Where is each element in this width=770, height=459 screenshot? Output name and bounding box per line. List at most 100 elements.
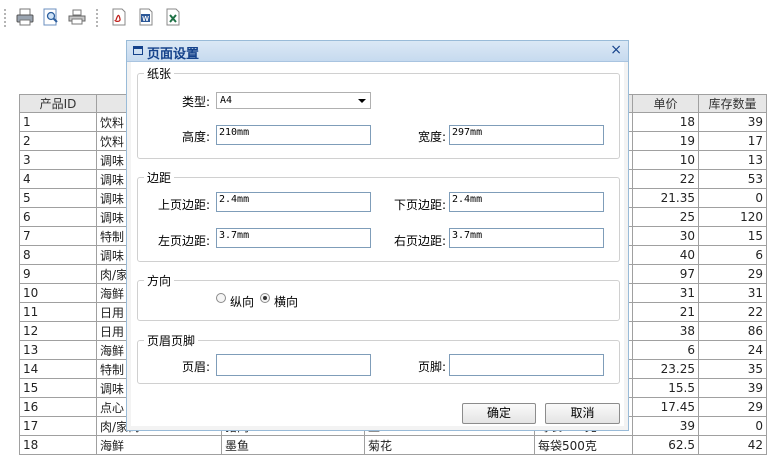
table-cell: 62.5 — [632, 435, 699, 455]
column-header[interactable]: 库存数量 — [698, 94, 767, 113]
dialog-title: 页面设置 — [147, 47, 200, 62]
table-cell: 97 — [632, 264, 699, 284]
table-cell: 18 — [632, 112, 699, 132]
column-header[interactable]: 产品ID — [19, 94, 97, 113]
table-cell: 40 — [632, 245, 699, 265]
table-cell: 24 — [698, 340, 767, 360]
table-cell: 6 — [632, 340, 699, 360]
table-cell: 30 — [632, 226, 699, 246]
table-cell: 14 — [19, 359, 97, 379]
portrait-label[interactable]: 纵向 — [230, 293, 254, 310]
table-cell: 菊花 — [364, 435, 535, 455]
table-cell: 23.25 — [632, 359, 699, 379]
print-setup-button[interactable] — [14, 6, 36, 28]
table-cell: 21.35 — [632, 188, 699, 208]
table-cell: 5 — [19, 188, 97, 208]
table-cell: 8 — [19, 245, 97, 265]
table-cell: 22 — [632, 169, 699, 189]
cancel-button[interactable]: 取消 — [545, 403, 620, 424]
header-label: 页眉: — [181, 360, 210, 374]
paper-type-select[interactable]: A4 — [216, 92, 371, 109]
printer-icon — [68, 9, 86, 25]
chevron-down-icon — [358, 99, 366, 103]
export-word-button[interactable]: W — [135, 6, 157, 28]
table-cell: 38 — [632, 321, 699, 341]
table-cell: 2 — [19, 131, 97, 151]
table-cell: 海鲜 — [96, 435, 222, 455]
table-cell: 39 — [698, 112, 767, 132]
table-cell: 31 — [698, 283, 767, 303]
table-cell: 1 — [19, 112, 97, 132]
table-cell: 18 — [19, 435, 97, 455]
table-cell: 10 — [19, 283, 97, 303]
margin-right-label: 右页边距: — [393, 234, 446, 248]
paper-height-input[interactable]: 210mm — [216, 125, 371, 145]
table-cell: 86 — [698, 321, 767, 341]
margins-legend: 边距 — [147, 171, 172, 185]
table-cell: 6 — [698, 245, 767, 265]
table-cell: 25 — [632, 207, 699, 227]
ok-button[interactable]: 确定 — [462, 403, 536, 424]
close-icon[interactable]: × — [610, 42, 622, 58]
landscape-radio[interactable] — [260, 293, 270, 303]
table-cell: 19 — [632, 131, 699, 151]
landscape-label[interactable]: 横向 — [274, 293, 298, 310]
table-row[interactable]: 18 海鲜 墨鱼 菊花 每袋500克 62.5 42 — [19, 435, 767, 455]
table-cell: 0 — [698, 188, 767, 208]
table-cell: 17.45 — [632, 397, 699, 417]
toolbar-separator — [96, 9, 98, 27]
header-input[interactable] — [216, 354, 371, 376]
paper-legend: 纸张 — [147, 67, 172, 81]
table-cell: 每袋500克 — [534, 435, 633, 455]
header-footer-legend: 页眉页脚 — [147, 334, 196, 348]
table-cell: 31 — [632, 283, 699, 303]
paper-width-input[interactable]: 297mm — [449, 125, 604, 145]
table-cell: 17 — [698, 131, 767, 151]
table-cell: 0 — [698, 416, 767, 436]
margin-bottom-input[interactable]: 2.4mm — [449, 192, 604, 212]
export-word-icon: W — [139, 8, 153, 26]
export-excel-icon — [166, 8, 180, 26]
orientation-legend: 方向 — [147, 274, 172, 288]
paper-type-label: 类型: — [181, 95, 210, 109]
table-cell: 53 — [698, 169, 767, 189]
table-cell: 9 — [19, 264, 97, 284]
table-cell: 39 — [698, 378, 767, 398]
dialog-title-bar[interactable]: 页面设置 × — [127, 41, 628, 62]
window-icon — [133, 46, 143, 55]
column-header[interactable]: 单价 — [632, 94, 699, 113]
export-pdf-button[interactable] — [108, 6, 130, 28]
margin-top-label: 上页边距: — [157, 198, 210, 212]
footer-input[interactable] — [449, 354, 604, 376]
table-cell: 墨鱼 — [221, 435, 365, 455]
orientation-group: 方向 — [137, 272, 620, 321]
table-cell: 29 — [698, 264, 767, 284]
table-cell: 3 — [19, 150, 97, 170]
table-cell: 10 — [632, 150, 699, 170]
table-cell: 15 — [19, 378, 97, 398]
paper-height-label: 高度: — [181, 130, 210, 144]
margin-top-input[interactable]: 2.4mm — [216, 192, 371, 212]
table-cell: 15 — [698, 226, 767, 246]
margin-left-label: 左页边距: — [157, 234, 210, 248]
footer-label: 页脚: — [417, 360, 446, 374]
margin-right-input[interactable]: 3.7mm — [449, 228, 604, 248]
table-cell: 35 — [698, 359, 767, 379]
print-button[interactable] — [66, 6, 88, 28]
paper-width-label: 宽度: — [417, 130, 446, 144]
export-excel-button[interactable] — [162, 6, 184, 28]
table-cell: 42 — [698, 435, 767, 455]
table-cell: 11 — [19, 302, 97, 322]
portrait-radio[interactable] — [216, 293, 226, 303]
margin-left-input[interactable]: 3.7mm — [216, 228, 371, 248]
table-cell: 29 — [698, 397, 767, 417]
toolbar: W — [0, 0, 770, 36]
print-preview-button[interactable] — [40, 6, 62, 28]
table-cell: 13 — [698, 150, 767, 170]
margin-bottom-label: 下页边距: — [393, 198, 446, 212]
table-cell: 6 — [19, 207, 97, 227]
toolbar-separator — [4, 9, 6, 27]
print-setup-icon — [16, 8, 34, 26]
page-setup-dialog: 页面设置 × 纸张 类型: A4 高度: 210mm 宽度: 297mm 边距 … — [126, 40, 629, 431]
table-cell: 22 — [698, 302, 767, 322]
